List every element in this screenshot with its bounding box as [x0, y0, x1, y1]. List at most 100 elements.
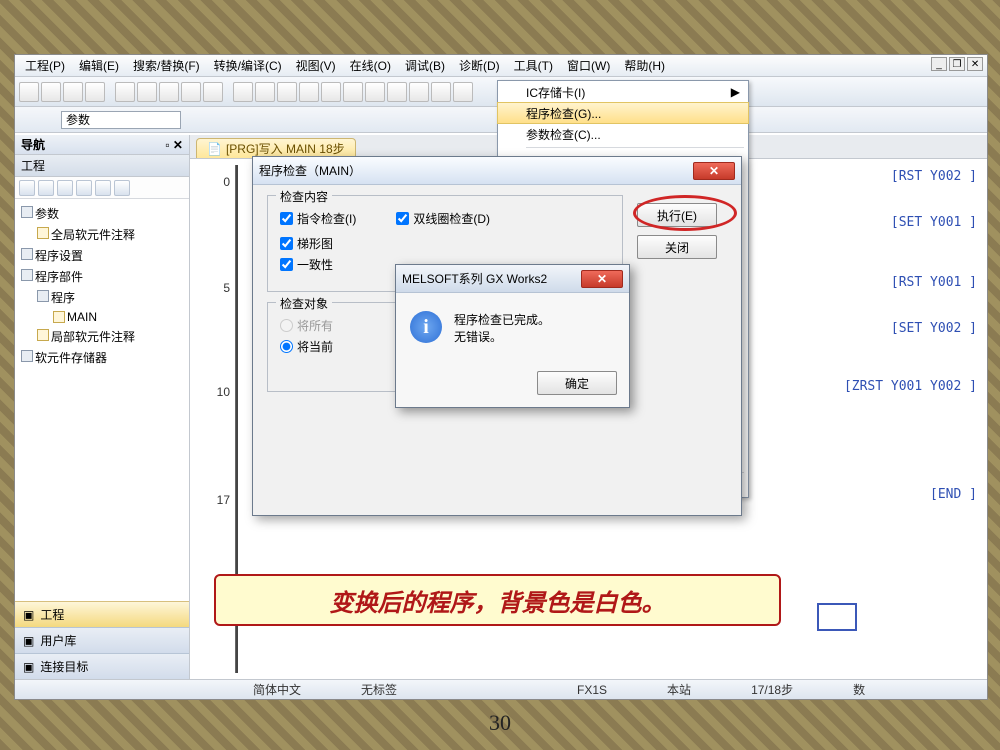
execute-button[interactable]: 执行(E) — [637, 203, 717, 227]
nav-ic1-icon[interactable] — [19, 180, 35, 196]
menu-item[interactable]: IC存储卡(I)▶ — [498, 81, 748, 103]
nav-ic2-icon[interactable] — [38, 180, 54, 196]
nav-pin-close[interactable]: ▫ ✕ — [165, 138, 183, 152]
tree-item[interactable]: MAIN — [17, 308, 187, 326]
ladder-instruction: [SET Y002 ] — [891, 321, 977, 336]
close-button[interactable]: ✕ — [967, 57, 983, 71]
message-dialog: MELSOFT系列 GX Works2 ✕ i 程序检查已完成。 无错误。 确定 — [395, 264, 630, 408]
tree-item[interactable]: 程序设置 — [17, 245, 187, 266]
tb-h-icon[interactable] — [387, 82, 407, 102]
page-number: 30 — [0, 710, 1000, 736]
tb-c-icon[interactable] — [277, 82, 297, 102]
tb-k-icon[interactable] — [453, 82, 473, 102]
tb-copy-icon[interactable] — [137, 82, 157, 102]
nav-ic5-icon[interactable] — [95, 180, 111, 196]
menu-debug[interactable]: 调试(B) — [399, 55, 451, 76]
msg-text: 程序检查已完成。 无错误。 — [454, 311, 550, 345]
param-select[interactable]: 参数 — [61, 111, 181, 129]
msg-titlebar[interactable]: MELSOFT系列 GX Works2 ✕ — [396, 265, 629, 293]
tb-undo-icon[interactable] — [181, 82, 201, 102]
ladder-instruction: [ZRST Y001 Y002 ] — [844, 379, 977, 394]
menu-item[interactable]: 程序检查(G)... — [497, 102, 749, 124]
rung-number: 5 — [196, 281, 236, 295]
dialog-close-icon[interactable]: ✕ — [693, 162, 735, 180]
menu-view[interactable]: 视图(V) — [290, 55, 342, 76]
msg-title: MELSOFT系列 GX Works2 — [402, 270, 547, 287]
tb-new-icon[interactable] — [19, 82, 39, 102]
rung-number: 10 — [196, 385, 236, 399]
restore-button[interactable]: ❐ — [949, 57, 965, 71]
menu-search[interactable]: 搜索/替换(F) — [127, 55, 206, 76]
tree-item[interactable]: 局部软元件注释 — [17, 326, 187, 347]
menu-help[interactable]: 帮助(H) — [618, 55, 671, 76]
tb-f-icon[interactable] — [343, 82, 363, 102]
menu-compile[interactable]: 转换/编译(C) — [208, 55, 288, 76]
tb-e-icon[interactable] — [321, 82, 341, 102]
dialog-titlebar[interactable]: 程序检查（MAIN） ✕ — [253, 157, 741, 185]
status-lang: 简体中文 — [253, 681, 301, 698]
tab-label: [PRG]写入 MAIN 18步 — [226, 140, 345, 157]
tb-g-icon[interactable] — [365, 82, 385, 102]
msg-line1: 程序检查已完成。 — [454, 311, 550, 328]
status-dig: 数 — [853, 681, 865, 698]
nav-ic3-icon[interactable] — [57, 180, 73, 196]
nav-icon-row — [15, 177, 189, 199]
tb-redo-icon[interactable] — [203, 82, 223, 102]
rung-number: 17 — [196, 493, 236, 507]
nav-title: 导航 — [21, 136, 45, 153]
menu-online[interactable]: 在线(O) — [344, 55, 397, 76]
menu-project[interactable]: 工程(P) — [19, 55, 71, 76]
ok-button[interactable]: 确定 — [537, 371, 617, 395]
param-select-value: 参数 — [66, 111, 90, 128]
nav-header: 导航 ▫ ✕ — [15, 135, 189, 155]
check-target-legend: 检查对象 — [276, 295, 332, 312]
chk-ladder[interactable]: 梯形图 — [280, 235, 610, 252]
tree-item[interactable]: 程序部件 — [17, 266, 187, 287]
tree-item[interactable]: 参数 — [17, 203, 187, 224]
dialog-title: 程序检查（MAIN） — [259, 162, 361, 179]
nav-bottom-button[interactable]: ▣连接目标 — [15, 653, 189, 679]
tb-a-icon[interactable] — [233, 82, 253, 102]
nav-bottom-button[interactable]: ▣用户库 — [15, 627, 189, 653]
tb-b-icon[interactable] — [255, 82, 275, 102]
menu-tools[interactable]: 工具(T) — [508, 55, 559, 76]
chk-double-coil[interactable]: 双线圈检查(D) — [396, 210, 490, 227]
nav-ic4-icon[interactable] — [76, 180, 92, 196]
ladder-instruction: [END ] — [930, 487, 977, 502]
annotation-text: 变换后的程序，背景色是白色。 — [330, 583, 666, 618]
status-step: 17/18步 — [751, 681, 793, 698]
tree-item[interactable]: 软元件存储器 — [17, 347, 187, 368]
ladder-instruction: [RST Y001 ] — [891, 275, 977, 290]
menu-diagnose[interactable]: 诊断(D) — [453, 55, 506, 76]
tb-i-icon[interactable] — [409, 82, 429, 102]
tree-item[interactable]: 全局软元件注释 — [17, 224, 187, 245]
msg-close-icon[interactable]: ✕ — [581, 270, 623, 288]
nav-bottom-button[interactable]: ▣工程 — [15, 601, 189, 627]
tb-j-icon[interactable] — [431, 82, 451, 102]
menu-edit[interactable]: 编辑(E) — [73, 55, 125, 76]
ladder-instruction: [SET Y001 ] — [891, 215, 977, 230]
menu-separator — [526, 147, 744, 148]
nav-tab-project[interactable]: 工程 — [15, 155, 189, 177]
tree-item[interactable]: 程序 — [17, 287, 187, 308]
tb-print-icon[interactable] — [85, 82, 105, 102]
menubar: 工程(P) 编辑(E) 搜索/替换(F) 转换/编译(C) 视图(V) 在线(O… — [15, 55, 987, 77]
check-content-legend: 检查内容 — [276, 188, 332, 205]
menu-window[interactable]: 窗口(W) — [561, 55, 616, 76]
status-plc: FX1S — [577, 683, 607, 697]
tb-paste-icon[interactable] — [159, 82, 179, 102]
msg-line2: 无错误。 — [454, 328, 550, 345]
tb-open-icon[interactable] — [41, 82, 61, 102]
min-button[interactable]: _ — [931, 57, 947, 71]
tb-save-icon[interactable] — [63, 82, 83, 102]
ladder-instruction: [RST Y002 ] — [891, 169, 977, 184]
tb-cut-icon[interactable] — [115, 82, 135, 102]
chk-instruction[interactable]: 指令检查(I) — [280, 210, 356, 227]
tb-d-icon[interactable] — [299, 82, 319, 102]
menu-item[interactable]: 参数检查(C)... — [498, 123, 748, 145]
tab-main[interactable]: 📄 [PRG]写入 MAIN 18步 — [196, 138, 356, 158]
nav-bottom: ▣工程▣用户库▣连接目标 — [15, 601, 189, 679]
close-button[interactable]: 关闭 — [637, 235, 717, 259]
nav-tree: 参数全局软元件注释程序设置程序部件程序MAIN局部软元件注释软元件存储器 — [15, 199, 189, 601]
nav-ic6-icon[interactable] — [114, 180, 130, 196]
